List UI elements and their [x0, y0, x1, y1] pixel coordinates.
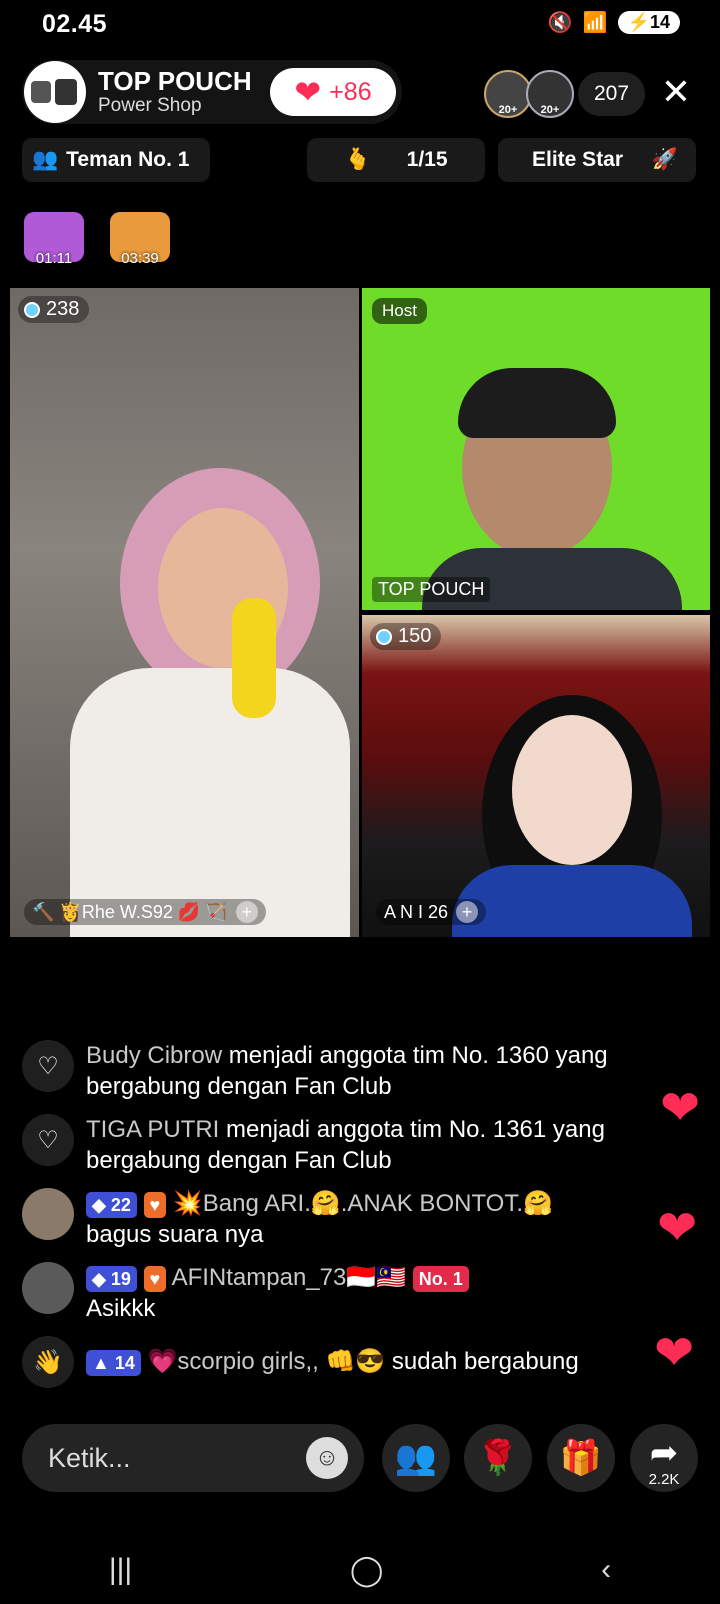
comment-input[interactable] [46, 1441, 290, 1475]
chat-text: sudah bergabung [385, 1348, 579, 1375]
floating-heart-icon: ❤ [654, 1327, 695, 1380]
user-avatar[interactable] [22, 1188, 74, 1240]
guest-face [512, 715, 632, 865]
system-navigation-bar: ||| ◯ ‹ [0, 1540, 720, 1600]
back-icon[interactable]: ‹ [601, 1553, 611, 1587]
heart-outline-icon: ♡ [22, 1114, 74, 1166]
team-chip[interactable]: 👥 Teman No. 1 [22, 138, 210, 182]
level-badge: ◆ 22 [86, 1191, 137, 1218]
gift-timer: 03:39 [121, 250, 159, 267]
rose-icon: 🌹 [476, 1439, 520, 1477]
emoji-icon[interactable]: ☺ [306, 1437, 348, 1479]
floating-heart-icon: ❤ [660, 1082, 701, 1135]
guest-body [70, 668, 350, 937]
host-subtitle: Power Shop [98, 94, 202, 116]
viewer-avatars[interactable]: 20+ 20+ 207 [484, 70, 646, 118]
follow-plus-icon[interactable]: + [456, 901, 479, 923]
fan-club-badge: ♥ [143, 1191, 167, 1218]
chat-message[interactable]: ♡ TIGA PUTRI menjadi anggota tim No. 136… [22, 1114, 702, 1176]
guest-video-right[interactable]: 150 A N I 26 + [362, 615, 710, 937]
recent-apps-icon[interactable]: ||| [109, 1553, 132, 1587]
gift-timer: 01:11 [35, 250, 73, 267]
status-icons: 🔇 📶 ⚡14 [548, 10, 680, 35]
chat-message[interactable]: ◆ 22 ♥ 💥Bang ARI.🤗.ANAK BONTOT.🤗 bagus s… [22, 1188, 702, 1250]
close-icon: ✕ [660, 71, 692, 112]
fan-club-badge: ♥ [143, 1265, 167, 1292]
chat-text: bagus suara nya [86, 1221, 264, 1248]
heart-outline-icon: ♡ [22, 1040, 74, 1092]
gem-icon [24, 301, 40, 318]
guest-name-label[interactable]: A N I 26 + [376, 899, 487, 925]
floating-heart-icon: ❤ [657, 1202, 698, 1255]
home-icon[interactable]: ◯ [350, 1553, 384, 1588]
heart-icon: ❤ [294, 74, 322, 110]
host-tag: Host [372, 298, 427, 324]
comment-input-container[interactable]: ☺ [22, 1424, 364, 1492]
host-avatar[interactable] [24, 61, 86, 123]
host-info-pill[interactable]: TOP POUCH Power Shop ❤ +86 [22, 60, 402, 124]
status-time: 02.45 [42, 10, 108, 38]
level-badge: ◆ 19 [86, 1265, 137, 1292]
chat-feed: ♡ Budy Cibrow menjadi anggota tim No. 13… [22, 1040, 702, 1400]
share-arrow-icon: ➦ [649, 1434, 679, 1472]
rank-chip[interactable]: 🫰 1/15 [307, 138, 485, 182]
chat-message[interactable]: 👋 ▲ 14 💗scorpio girls,, 👊😎 sudah bergabu… [22, 1336, 702, 1388]
chat-text: Asikkk [86, 1295, 156, 1322]
mute-icon: 🔇 [547, 12, 573, 34]
user-avatar[interactable] [22, 1262, 74, 1314]
people-icon: 👥 [394, 1439, 438, 1477]
follow-plus-icon[interactable]: + [235, 901, 258, 923]
team-label: Teman No. 1 [66, 148, 190, 171]
host-hair [458, 368, 616, 438]
chat-username[interactable]: Budy Cibrow [86, 1042, 222, 1069]
wave-hand-icon[interactable]: 👋 [22, 1336, 74, 1388]
host-video[interactable]: Host TOP POUCH [362, 288, 710, 610]
share-count: 2.2K [648, 1471, 680, 1488]
rose-gift-button[interactable]: 🌹 [464, 1424, 532, 1492]
chat-username[interactable]: AFINtampan_73🇮🇩🇲🇾 [172, 1264, 407, 1291]
wifi-icon: 📶 [582, 12, 608, 34]
score-badge: 150 [370, 623, 442, 650]
close-button[interactable]: ✕ [654, 70, 698, 114]
share-button[interactable]: ➦ 2.2K [630, 1424, 698, 1492]
elite-label: Elite Star [532, 148, 624, 171]
people-icon: 👥 [32, 148, 59, 171]
guest-name-label[interactable]: 🔨 👸Rhe W.S92 💋 🏹 + [24, 899, 266, 925]
gift-button[interactable]: 🎁 [547, 1424, 615, 1492]
chat-message[interactable]: ◆ 19 ♥ AFINtampan_73🇮🇩🇲🇾 No. 1 Asikkk [22, 1262, 702, 1324]
microphone [232, 598, 276, 718]
treasure-box[interactable]: 01:11 [22, 212, 86, 270]
multi-guest-button[interactable]: 👥 [382, 1424, 450, 1492]
chat-message[interactable]: ♡ Budy Cibrow menjadi anggota tim No. 13… [22, 1040, 702, 1102]
viewer-avatar[interactable]: 20+ [484, 70, 532, 118]
treasure-box[interactable]: 03:39 [108, 212, 172, 270]
viewer-avatar[interactable]: 20+ [526, 70, 574, 118]
battery-indicator: ⚡14 [617, 11, 680, 34]
score-badge: 238 [18, 296, 90, 323]
guest-top [452, 865, 692, 937]
host-name: TOP POUCH [98, 66, 252, 97]
like-count: +86 [329, 77, 372, 106]
gift-icon: 🎁 [559, 1439, 603, 1477]
elite-star-chip[interactable]: Elite Star 🚀 [498, 138, 696, 182]
chat-username[interactable]: TIGA PUTRI [86, 1116, 219, 1143]
gem-icon [376, 628, 392, 645]
hand-heart-icon: 🫰 [344, 148, 371, 171]
like-button[interactable]: ❤ +86 [270, 68, 396, 116]
level-badge: ▲ 14 [86, 1349, 141, 1376]
guest-video-left[interactable]: 238 🔨 👸Rhe W.S92 💋 🏹 + [10, 288, 359, 937]
viewer-count[interactable]: 207 [578, 72, 646, 116]
host-video-label: TOP POUCH [372, 577, 491, 602]
rank-label: 1/15 [406, 148, 448, 171]
rocket-icon: 🚀 [651, 148, 678, 171]
chat-username[interactable]: 💥Bang ARI.🤗.ANAK BONTOT.🤗 [173, 1190, 553, 1217]
rank-badge: No. 1 [412, 1265, 469, 1292]
chat-username[interactable]: 💗scorpio girls,, 👊😎 [148, 1348, 386, 1375]
